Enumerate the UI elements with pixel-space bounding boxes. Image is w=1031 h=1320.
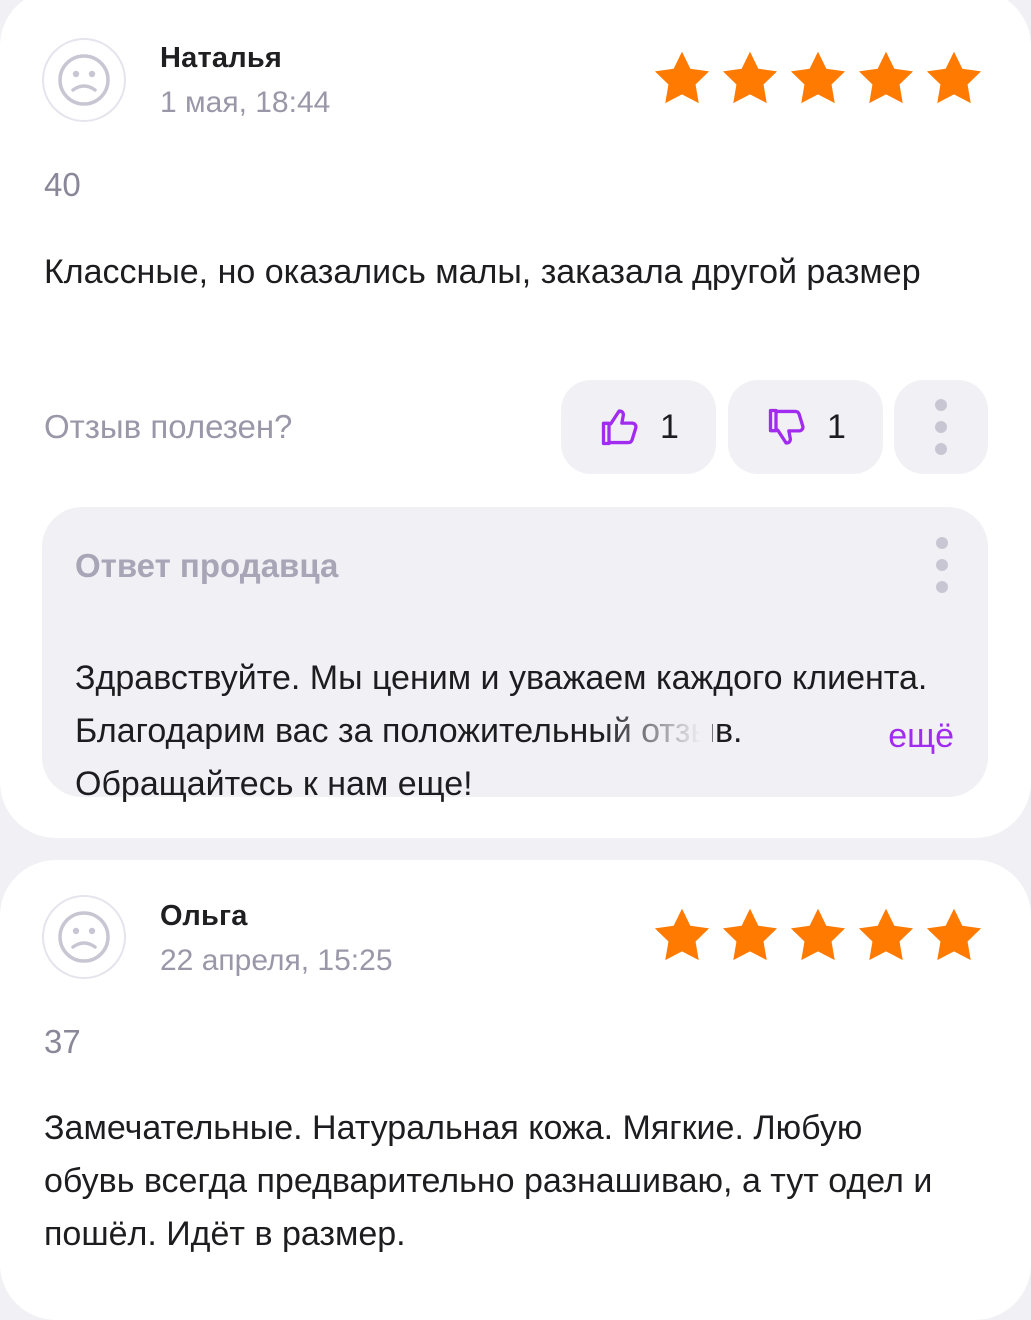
star-icon [857,50,915,106]
like-count: 1 [660,407,679,446]
star-icon [653,50,711,106]
seller-reply: Ответ продавца Здравствуйте. Мы ценим и … [42,507,988,803]
like-button[interactable]: 1 [561,380,716,474]
rating-stars [653,50,983,106]
star-icon [721,50,779,106]
dislike-button[interactable]: 1 [728,380,883,474]
dislike-count: 1 [827,407,846,446]
avatar [42,895,126,979]
author-name: Ольга [160,900,248,932]
star-icon [789,907,847,963]
review-text: Замечательные. Натуральная кожа. Мягкие.… [44,1109,933,1253]
review-card: Ольга 22 апреля, 15:25 37 Замечательные.… [0,860,1031,1320]
more-vertical-icon [936,537,948,549]
thumbs-down-icon [768,408,805,445]
more-options-button[interactable] [894,380,988,474]
size-value: 37 [44,1023,81,1060]
sad-face-icon [58,54,110,106]
author-name: Наталья [160,42,282,74]
seller-reply-text: Здравствуйте. Мы ценим и уважаем каждого… [75,659,928,803]
seller-reply-more-button[interactable] [936,537,948,593]
more-vertical-icon [935,399,947,411]
size-value: 40 [44,166,81,203]
review-card: Наталья 1 мая, 18:44 40 Классные, но ока… [0,0,1031,838]
star-icon [925,50,983,106]
star-icon [653,907,711,963]
review-date: 1 мая, 18:44 [160,86,331,119]
avatar [42,38,126,122]
rating-stars [653,907,983,963]
expand-reply-link[interactable]: ещё [888,717,954,756]
star-icon [721,907,779,963]
star-icon [789,50,847,106]
thumbs-up-icon [601,409,638,446]
review-date: 22 апреля, 15:25 [160,944,393,977]
star-icon [925,907,983,963]
text-fade [602,709,712,759]
star-icon [857,907,915,963]
seller-reply-title: Ответ продавца [75,547,339,584]
helpful-label: Отзыв полезен? [44,408,293,445]
sad-face-icon [58,911,110,963]
review-text: Классные, но оказались малы, заказала др… [44,253,921,291]
